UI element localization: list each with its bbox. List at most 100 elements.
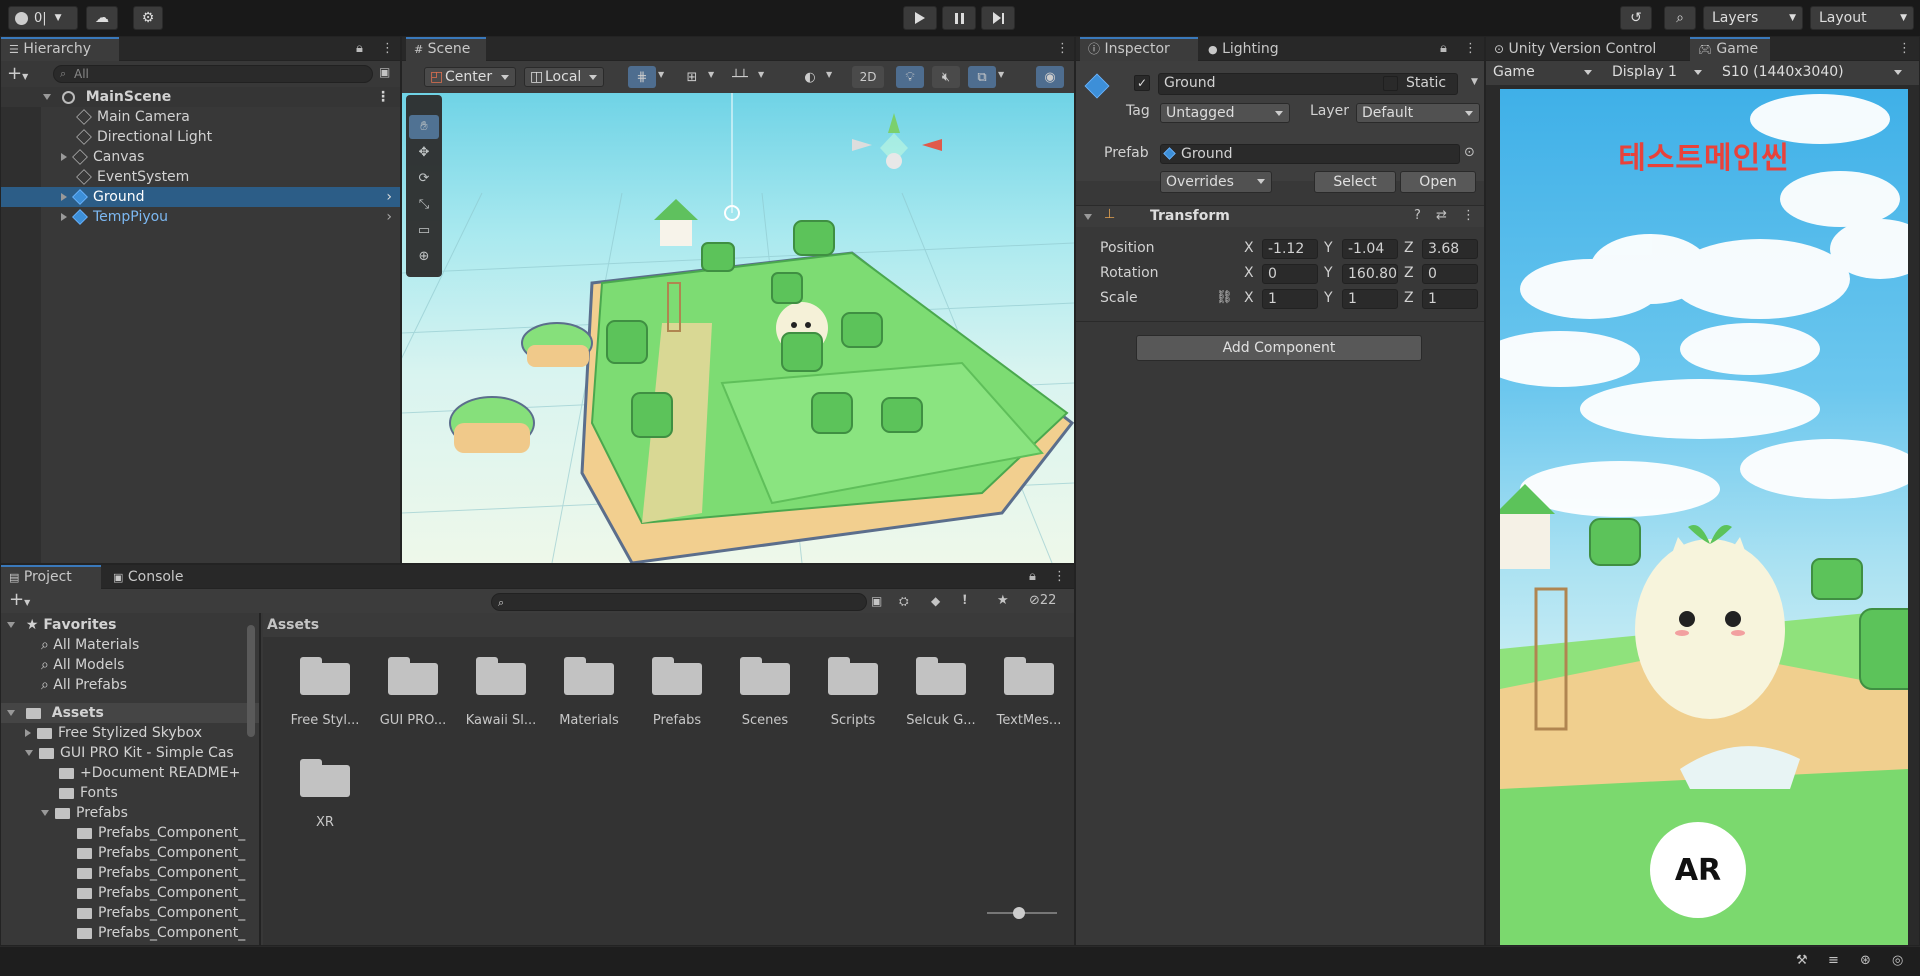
layer-dropdown[interactable]: Default: [1356, 103, 1480, 123]
transform-tool-button[interactable]: ⊕: [409, 245, 439, 269]
asset-folder[interactable]: XR: [281, 759, 369, 849]
tab-scene[interactable]: # Scene: [406, 37, 486, 61]
filter-type-icon[interactable]: ⛭: [899, 594, 909, 609]
tree-item[interactable]: Prefabs_Component_: [1, 903, 259, 923]
add-component-button[interactable]: Add Component: [1136, 335, 1422, 361]
help-icon[interactable]: ?: [1414, 208, 1421, 223]
filter-warning-icon[interactable]: ❗︎: [963, 593, 967, 608]
asset-folder[interactable]: Selcuk G...: [897, 657, 985, 747]
favorite-item[interactable]: ⌕ All Materials: [1, 635, 259, 655]
asset-folder[interactable]: Materials: [545, 657, 633, 747]
breadcrumb-assets[interactable]: Assets: [267, 617, 319, 633]
increment-snap-button[interactable]: ⊞: [678, 66, 706, 88]
tree-item[interactable]: Fonts: [1, 783, 259, 803]
asset-folder[interactable]: Scenes: [721, 657, 809, 747]
transform-header[interactable]: ⊥ Transform ? ⇄ ⋮: [1076, 205, 1484, 227]
chevron-down-icon[interactable]: ▼: [998, 70, 1004, 79]
chevron-right-icon[interactable]: ›: [386, 207, 392, 227]
step-button[interactable]: [981, 6, 1015, 30]
lock-icon[interactable]: 🔒︎: [1440, 41, 1447, 56]
filter-label-icon[interactable]: ◆: [931, 594, 940, 608]
rect-tool-button[interactable]: ▭: [409, 219, 439, 243]
preset-icon[interactable]: ⇄: [1436, 208, 1447, 223]
tab-inspector[interactable]: ⓘ Inspector: [1080, 37, 1198, 61]
asset-folder[interactable]: GUI PRO...: [369, 657, 457, 747]
bug-icon[interactable]: ⊛: [1860, 953, 1871, 968]
kebab-menu-icon[interactable]: ⋮: [1462, 208, 1475, 223]
asset-folder[interactable]: Free Styl...: [281, 657, 369, 747]
mode-2d-button[interactable]: 2D: [852, 66, 884, 88]
project-search-input[interactable]: ⌕: [491, 593, 867, 611]
tab-project[interactable]: ▤ Project: [1, 565, 101, 589]
play-button[interactable]: [903, 6, 937, 30]
hierarchy-add-button[interactable]: +▼: [7, 63, 28, 84]
open-button[interactable]: Open: [1400, 171, 1476, 193]
asset-folder[interactable]: Kawaii Sl...: [457, 657, 545, 747]
expand-arrow-icon[interactable]: [61, 213, 67, 221]
overrides-dropdown[interactable]: Overrides: [1160, 171, 1272, 193]
chevron-right-icon[interactable]: ›: [386, 187, 392, 207]
pivot-dropdown[interactable]: ◰ Center: [424, 67, 516, 87]
panel-splitter[interactable]: [259, 613, 261, 945]
status-check-icon[interactable]: ◎: [1892, 953, 1903, 968]
position-z-field[interactable]: 3.68: [1422, 239, 1478, 259]
scene-viewport[interactable]: ✋︎ ✥ ⟳ ⤡ ▭ ⊕: [402, 93, 1074, 563]
tab-version-control[interactable]: ⊙ Unity Version Control: [1486, 37, 1690, 61]
tab-lighting[interactable]: ● Lighting: [1200, 37, 1310, 61]
object-picker-icon[interactable]: ⊙: [1464, 145, 1475, 160]
debug-icon[interactable]: ⚒: [1796, 953, 1808, 968]
static-checkbox[interactable]: [1383, 76, 1398, 91]
active-checkbox[interactable]: ✓: [1134, 75, 1150, 91]
scale-z-field[interactable]: 1: [1422, 289, 1478, 309]
chevron-down-icon[interactable]: ▼: [758, 70, 764, 79]
tree-item[interactable]: Prefabs_Component_: [1, 823, 259, 843]
tab-console[interactable]: ▣ Console: [105, 565, 205, 589]
zoom-slider[interactable]: [987, 907, 1057, 919]
project-add-button[interactable]: +▼: [9, 589, 30, 610]
position-x-field[interactable]: -1.12: [1262, 239, 1318, 259]
asset-folder[interactable]: Prefabs: [633, 657, 721, 747]
collapse-arrow-icon[interactable]: [1084, 214, 1092, 220]
tree-item[interactable]: Prefabs: [1, 803, 259, 823]
search-button[interactable]: ⌕: [1664, 6, 1696, 30]
tree-item[interactable]: Prefabs_Component_: [1, 843, 259, 863]
asset-folder[interactable]: Scripts: [809, 657, 897, 747]
expand-arrow-icon[interactable]: [43, 94, 51, 100]
kebab-menu-icon[interactable]: ⋮: [376, 87, 390, 107]
favorites-row[interactable]: ★ Favorites: [1, 615, 259, 635]
ar-button[interactable]: AR: [1650, 822, 1746, 918]
grid-snap-button[interactable]: ⋕: [628, 66, 656, 88]
expand-arrow-icon[interactable]: [25, 729, 31, 737]
expand-arrow-icon[interactable]: [25, 750, 33, 756]
services-button[interactable]: ⚙: [133, 6, 163, 30]
tree-item[interactable]: +Document README+: [1, 763, 259, 783]
assets-row[interactable]: Assets: [1, 703, 259, 723]
hierarchy-item[interactable]: EventSystem: [1, 167, 400, 187]
chevron-down-icon[interactable]: ▼: [708, 70, 714, 79]
tree-item[interactable]: GUI PRO Kit - Simple Cas: [1, 743, 259, 763]
prefab-field[interactable]: Ground: [1160, 144, 1460, 164]
kebab-menu-icon[interactable]: ⋮: [1464, 41, 1477, 56]
rotation-z-field[interactable]: 0: [1422, 264, 1478, 284]
favorite-item[interactable]: ⌕ All Prefabs: [1, 675, 259, 695]
tab-hierarchy[interactable]: ☰ Hierarchy: [1, 37, 119, 61]
account-dropdown[interactable]: 0| ▼: [8, 6, 78, 30]
ruler-button[interactable]: ┴┴: [726, 66, 754, 88]
expand-arrow-icon[interactable]: [7, 622, 15, 628]
chevron-down-icon[interactable]: ▼: [658, 70, 664, 79]
hierarchy-item[interactable]: Canvas: [1, 147, 400, 167]
lock-icon[interactable]: 🔒︎: [356, 41, 363, 56]
tree-scrollbar[interactable]: [247, 625, 255, 737]
tree-item[interactable]: Prefabs_Component_: [1, 863, 259, 883]
expand-arrow-icon[interactable]: [7, 710, 15, 716]
asset-folder[interactable]: TextMes...: [985, 657, 1073, 747]
kebab-menu-icon[interactable]: ⋮: [1898, 41, 1911, 56]
scale-x-field[interactable]: 1: [1262, 289, 1318, 309]
position-y-field[interactable]: -1.04: [1342, 239, 1398, 259]
rotation-x-field[interactable]: 0: [1262, 264, 1318, 284]
expand-arrow-icon[interactable]: [61, 153, 67, 161]
scale-y-field[interactable]: 1: [1342, 289, 1398, 309]
resolution-dropdown[interactable]: S10 (1440x3040): [1712, 63, 1908, 83]
audio-toggle-button[interactable]: 🔇︎: [932, 66, 960, 88]
shading-mode-button[interactable]: ◐: [796, 66, 824, 88]
